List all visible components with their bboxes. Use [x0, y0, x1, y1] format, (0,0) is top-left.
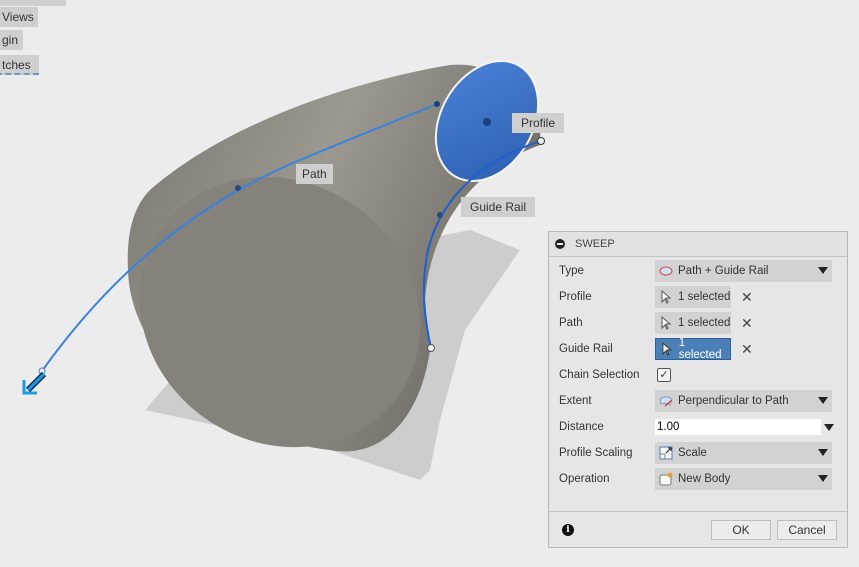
profile-scaling-dropdown[interactable]: Scale [655, 442, 832, 464]
dialog-title: SWEEP [575, 238, 615, 250]
row-extent: Extent Perpendicular to Path [549, 390, 849, 412]
dialog-header[interactable]: SWEEP [549, 232, 847, 257]
distance-input[interactable] [655, 419, 821, 435]
new-body-icon [659, 472, 673, 486]
chevron-down-icon [818, 449, 828, 456]
chevron-down-icon [818, 267, 828, 274]
type-label: Type [559, 265, 584, 277]
type-dropdown[interactable]: Path + Guide Rail [655, 260, 832, 282]
guide-rail-value: 1 selected [678, 337, 722, 361]
chain-selection-checkbox[interactable]: ✓ [657, 368, 671, 382]
chain-selection-label: Chain Selection [559, 369, 640, 381]
path-value: 1 selected [678, 317, 731, 329]
guide-rail-field-label: Guide Rail [559, 343, 613, 355]
distance-dropdown-icon[interactable] [824, 424, 834, 431]
extent-label: Extent [559, 395, 592, 407]
profile-scaling-label: Profile Scaling [559, 447, 633, 459]
row-guide-rail: Guide Rail 1 selected ✕ [549, 337, 849, 361]
sweep-dialog: SWEEP Type Path + Guide Rail Profile 1 s… [548, 231, 848, 548]
path-label: Path [296, 164, 333, 184]
cursor-icon [662, 342, 673, 356]
row-operation: Operation New Body [549, 468, 849, 490]
row-type: Type Path + Guide Rail [549, 260, 849, 282]
profile-label: Profile [512, 113, 565, 133]
cursor-icon [661, 316, 672, 330]
clear-path-icon[interactable]: ✕ [741, 315, 753, 332]
clear-profile-icon[interactable]: ✕ [741, 289, 753, 306]
ok-button[interactable]: OK [711, 520, 771, 540]
profile-selector[interactable]: 1 selected [655, 286, 731, 308]
operation-dropdown[interactable]: New Body [655, 468, 832, 490]
guide-rail-selector[interactable]: 1 selected [655, 337, 731, 361]
row-path: Path 1 selected ✕ [549, 312, 849, 334]
extent-dropdown[interactable]: Perpendicular to Path [655, 390, 832, 412]
row-profile-scaling: Profile Scaling Scale [549, 442, 849, 464]
operation-value: New Body [678, 473, 731, 485]
chevron-down-icon [818, 475, 828, 482]
row-distance: Distance [549, 416, 849, 438]
profile-field-label: Profile [559, 291, 592, 303]
profile-value: 1 selected [678, 291, 731, 303]
path-field-label: Path [559, 317, 583, 329]
info-icon[interactable]: i [562, 524, 574, 536]
operation-label: Operation [559, 473, 610, 485]
scale-icon [659, 446, 673, 460]
cursor-icon [661, 290, 672, 304]
row-chain-selection: Chain Selection ✓ [549, 364, 849, 386]
distance-label: Distance [559, 421, 604, 433]
guide-rail-label: Guide Rail [461, 197, 536, 217]
collapse-icon[interactable] [555, 239, 565, 249]
extent-icon [659, 396, 673, 407]
direction-arrow-icon[interactable] [22, 371, 47, 395]
clear-guide-rail-icon[interactable]: ✕ [741, 341, 753, 358]
chevron-down-icon [818, 397, 828, 404]
sweep-type-icon [659, 266, 673, 276]
extent-value: Perpendicular to Path [678, 395, 789, 407]
cancel-button[interactable]: Cancel [777, 520, 837, 540]
row-profile: Profile 1 selected ✕ [549, 286, 849, 308]
dialog-footer: i OK Cancel [549, 511, 847, 548]
profile-scaling-value: Scale [678, 447, 707, 459]
type-value: Path + Guide Rail [678, 265, 769, 277]
path-selector[interactable]: 1 selected [655, 312, 731, 334]
